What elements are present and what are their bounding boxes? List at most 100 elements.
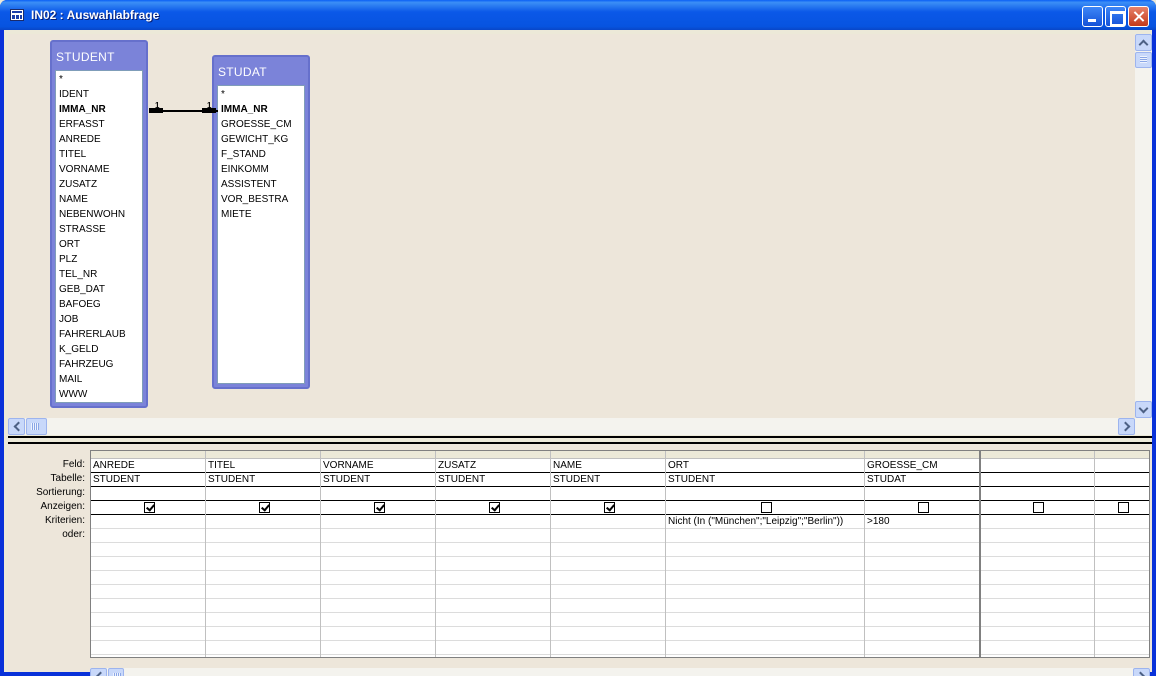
show-checkbox[interactable] (603, 502, 615, 513)
criteria-extra-cell[interactable] (981, 599, 1094, 613)
criteria-extra-cell[interactable] (666, 585, 864, 599)
criteria-extra-cell[interactable] (321, 641, 435, 655)
field-item[interactable]: VORNAME (56, 162, 142, 177)
sort-cell[interactable] (321, 487, 435, 501)
scroll-thumb[interactable] (108, 668, 124, 676)
criteria-extra-cell[interactable] (91, 627, 205, 641)
field-item[interactable]: BAFOEG (56, 297, 142, 312)
criteria-extra-cell[interactable] (206, 613, 320, 627)
criteria-extra-cell[interactable] (666, 571, 864, 585)
or-cell[interactable] (551, 529, 665, 543)
criteria-extra-cell[interactable] (551, 543, 665, 557)
field-item[interactable]: WWW (56, 387, 142, 402)
table-cell[interactable]: STUDENT (436, 473, 550, 487)
table-cell[interactable] (981, 473, 1094, 487)
show-checkbox[interactable] (373, 502, 385, 513)
criteria-extra-cell[interactable] (551, 585, 665, 599)
show-checkbox[interactable] (258, 502, 270, 513)
or-cell[interactable] (436, 529, 550, 543)
column-selector[interactable] (436, 451, 550, 459)
sort-cell[interactable] (981, 487, 1094, 501)
criteria-cell[interactable] (206, 515, 320, 529)
field-cell[interactable] (981, 459, 1094, 473)
scroll-down-button[interactable] (1135, 401, 1152, 418)
show-checkbox[interactable] (917, 502, 929, 513)
criteria-extra-cell[interactable] (1095, 599, 1149, 613)
criteria-extra-cell[interactable] (436, 627, 550, 641)
criteria-extra-cell[interactable] (666, 599, 864, 613)
table-studat[interactable]: STUDAT * IMMA_NR GROESSE_CM GEWICHT_KG F_STA… (212, 55, 310, 389)
show-checkbox[interactable] (143, 502, 155, 513)
table-cell[interactable]: STUDENT (206, 473, 320, 487)
field-item[interactable]: NAME (56, 192, 142, 207)
show-checkbox[interactable] (760, 502, 772, 513)
criteria-extra-cell[interactable] (981, 585, 1094, 599)
table-cell[interactable]: STUDENT (666, 473, 864, 487)
table-cell[interactable]: STUDENT (551, 473, 665, 487)
criteria-cell[interactable]: Nicht (In ("München";"Leipzig";"Berlin")… (666, 515, 864, 529)
criteria-extra-cell[interactable] (206, 543, 320, 557)
criteria-extra-cell[interactable] (206, 641, 320, 655)
grid-horizontal-scrollbar[interactable] (90, 668, 1150, 676)
field-item[interactable]: GEWICHT_KG (218, 132, 304, 147)
criteria-cell[interactable] (436, 515, 550, 529)
show-checkbox[interactable] (488, 502, 500, 513)
criteria-extra-cell[interactable] (1095, 641, 1149, 655)
criteria-extra-cell[interactable] (981, 627, 1094, 641)
sort-cell[interactable] (666, 487, 864, 501)
criteria-extra-cell[interactable] (551, 641, 665, 655)
maximize-button[interactable] (1105, 6, 1126, 27)
field-cell[interactable]: GROESSE_CM (865, 459, 979, 473)
scroll-right-button[interactable] (1133, 668, 1150, 676)
criteria-extra-cell[interactable] (865, 627, 979, 641)
criteria-extra-cell[interactable] (865, 641, 979, 655)
or-cell[interactable] (666, 529, 864, 543)
criteria-extra-cell[interactable] (1095, 613, 1149, 627)
criteria-cell[interactable] (91, 515, 205, 529)
criteria-extra-cell[interactable] (321, 571, 435, 585)
criteria-extra-cell[interactable] (1095, 627, 1149, 641)
field-item[interactable]: * (56, 72, 142, 87)
criteria-extra-cell[interactable] (436, 557, 550, 571)
criteria-extra-cell[interactable] (865, 613, 979, 627)
criteria-extra-cell[interactable] (666, 613, 864, 627)
field-item[interactable]: JOB (56, 312, 142, 327)
criteria-cell[interactable]: >180 (865, 515, 979, 529)
criteria-extra-cell[interactable] (551, 627, 665, 641)
criteria-extra-cell[interactable] (436, 599, 550, 613)
field-item[interactable]: STRASSE (56, 222, 142, 237)
criteria-extra-cell[interactable] (436, 543, 550, 557)
field-cell[interactable]: NAME (551, 459, 665, 473)
criteria-extra-cell[interactable] (865, 557, 979, 571)
criteria-extra-cell[interactable] (206, 627, 320, 641)
field-cell[interactable]: ZUSATZ (436, 459, 550, 473)
table-title[interactable]: STUDAT (214, 57, 308, 82)
minimize-button[interactable] (1082, 6, 1103, 27)
criteria-extra-cell[interactable] (551, 571, 665, 585)
field-item[interactable]: ORT (56, 237, 142, 252)
criteria-extra-cell[interactable] (321, 599, 435, 613)
close-button[interactable] (1128, 6, 1149, 27)
column-selector[interactable] (865, 451, 979, 459)
scroll-thumb[interactable] (1135, 52, 1152, 68)
criteria-extra-cell[interactable] (981, 571, 1094, 585)
field-cell[interactable] (1095, 459, 1149, 473)
criteria-extra-cell[interactable] (1095, 543, 1149, 557)
scroll-up-button[interactable] (1135, 34, 1152, 51)
field-item[interactable]: ANREDE (56, 132, 142, 147)
criteria-cell[interactable] (551, 515, 665, 529)
criteria-extra-cell[interactable] (981, 543, 1094, 557)
table-pane-horizontal-scrollbar[interactable] (8, 418, 1152, 435)
table-cell[interactable]: STUDENT (91, 473, 205, 487)
criteria-extra-cell[interactable] (436, 613, 550, 627)
field-item[interactable]: VOR_BESTRA (218, 192, 304, 207)
criteria-extra-cell[interactable] (666, 543, 864, 557)
criteria-extra-cell[interactable] (551, 557, 665, 571)
criteria-extra-cell[interactable] (91, 571, 205, 585)
column-selector[interactable] (321, 451, 435, 459)
scroll-left-button[interactable] (8, 418, 25, 435)
column-selector[interactable] (981, 451, 1094, 459)
criteria-extra-cell[interactable] (206, 557, 320, 571)
column-selector[interactable] (666, 451, 864, 459)
show-checkbox[interactable] (1118, 502, 1129, 513)
